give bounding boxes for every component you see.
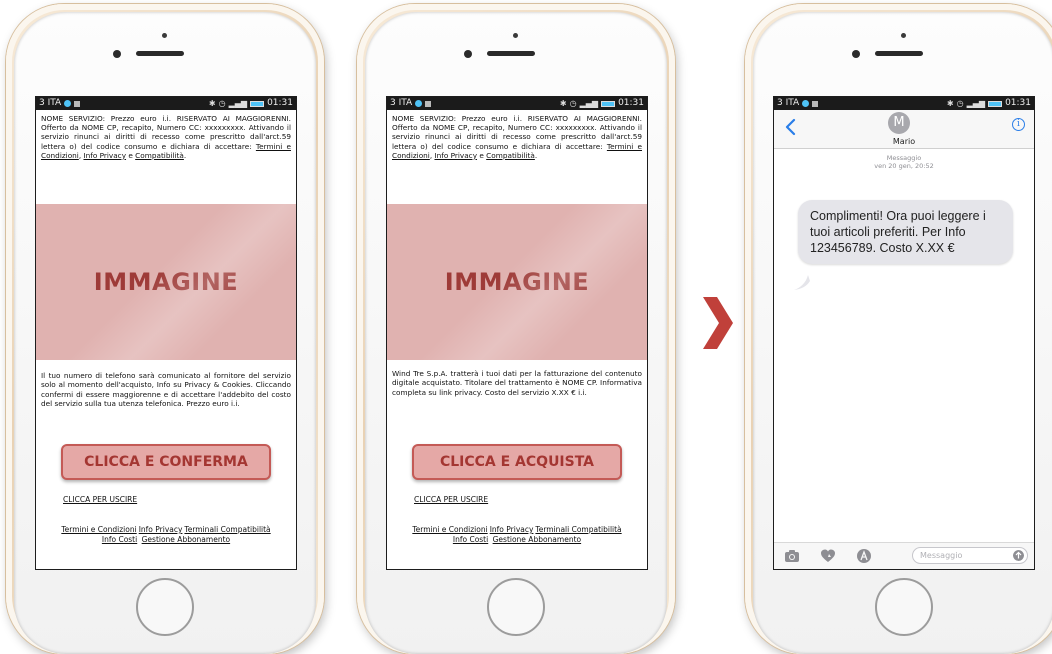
camera-icon[interactable]: [784, 548, 800, 564]
purchase-button[interactable]: CLICCA E ACQUISTA: [412, 444, 622, 480]
exit-link[interactable]: CLICCA PER USCIRE: [63, 495, 137, 504]
notification-icon: [74, 100, 81, 107]
info-icon[interactable]: i: [1012, 118, 1025, 131]
avatar[interactable]: M: [888, 112, 910, 134]
bluetooth-icon: ✱: [559, 99, 567, 108]
front-camera: [162, 33, 167, 38]
confirm-button[interactable]: CLICCA E CONFERMA: [61, 444, 271, 480]
earpiece-speaker: [875, 51, 923, 56]
clock: 01:31: [1005, 98, 1031, 108]
thread-label: Messaggio: [886, 154, 922, 162]
legal-notice: NOME SERVIZIO: Prezzo euro i.i. RISERVAT…: [392, 114, 642, 160]
notification-icon: [812, 100, 819, 107]
footer-links: Termini e Condizioni Info Privacy Terminal…: [387, 525, 647, 545]
compose-bar: Messaggio: [774, 542, 1034, 569]
image-label: IMMAGINE: [444, 268, 590, 296]
phone-frame-2: 3 ITA ✱ ◷ ▂▄▆ 01:31 NOME SERVIZIO: Prezz…: [357, 4, 675, 654]
signal-icon: ▂▄▆: [966, 99, 986, 108]
image-placeholder: IMMAGINE: [387, 204, 647, 360]
legal-notice: NOME SERVIZIO: Prezzo euro i.i. RISERVAT…: [41, 114, 291, 160]
app-store-icon[interactable]: [856, 548, 872, 564]
status-bar: 3 ITA ✱ ◷ ▂▄▆ 01:31: [387, 97, 647, 110]
alarm-icon: ◷: [569, 99, 577, 108]
back-chevron-icon[interactable]: [784, 118, 798, 136]
image-label: IMMAGINE: [93, 268, 239, 296]
privacy-link[interactable]: Info Privacy: [83, 151, 126, 160]
home-button[interactable]: [136, 578, 194, 636]
conversation-header: M Mario i: [774, 110, 1034, 149]
notification-icon: [415, 100, 423, 107]
message-input[interactable]: Messaggio: [912, 547, 1028, 564]
footer-costs-link[interactable]: Info Costi: [453, 535, 488, 544]
bluetooth-icon: ✱: [946, 99, 954, 108]
notification-icon: [64, 100, 72, 107]
compatibility-link[interactable]: Compatibilità: [486, 151, 535, 160]
carrier-label: 3 ITA: [777, 98, 800, 108]
phone-frame-1: 3 ITA ✱ ◷ ▂▄▆ 01:31 NOME SERVIZIO: Prezz…: [6, 4, 324, 654]
phone-frame-3: 3 ITA ✱ ◷ ▂▄▆ 01:31 M Mario i Messaggio …: [745, 4, 1052, 654]
home-button[interactable]: [875, 578, 933, 636]
sensor: [113, 50, 121, 58]
clock: 01:31: [267, 98, 293, 108]
bluetooth-icon: ✱: [208, 99, 216, 108]
notification-icon: [802, 100, 810, 107]
sensor: [464, 50, 472, 58]
thread-date: ven 20 gen, 20:52: [874, 162, 934, 170]
footer-subscription-link[interactable]: Gestione Abbonamento: [493, 535, 582, 544]
battery-icon: [250, 100, 265, 107]
alarm-icon: ◷: [956, 99, 964, 108]
compatibility-link[interactable]: Compatibilità: [135, 151, 184, 160]
earpiece-speaker: [136, 51, 184, 56]
digital-touch-icon[interactable]: [820, 548, 836, 564]
service-info-text: Il tuo numero di telefono sarà comunicat…: [41, 371, 291, 408]
battery-icon: [988, 100, 1003, 107]
footer-terminals-link[interactable]: Terminali Compatibilità: [535, 525, 621, 534]
screen-purchase: 3 ITA ✱ ◷ ▂▄▆ 01:31 NOME SERVIZIO: Prezz…: [386, 96, 648, 570]
signal-icon: ▂▄▆: [579, 99, 599, 108]
carrier-label: 3 ITA: [39, 98, 62, 108]
status-bar: 3 ITA ✱ ◷ ▂▄▆ 01:31: [36, 97, 296, 110]
home-button[interactable]: [487, 578, 545, 636]
signal-icon: ▂▄▆: [228, 99, 248, 108]
contact-name[interactable]: Mario: [774, 137, 1034, 146]
earpiece-speaker: [487, 51, 535, 56]
battery-icon: [601, 100, 616, 107]
footer-privacy-link[interactable]: Info Privacy: [490, 525, 534, 534]
alarm-icon: ◷: [218, 99, 226, 108]
screen-confirm: 3 ITA ✱ ◷ ▂▄▆ 01:31 NOME SERVIZIO: Prezz…: [35, 96, 297, 570]
privacy-link[interactable]: Info Privacy: [434, 151, 477, 160]
sensor: [852, 50, 860, 58]
footer-subscription-link[interactable]: Gestione Abbonamento: [142, 535, 231, 544]
footer-terminals-link[interactable]: Terminali Compatibilità: [184, 525, 270, 534]
carrier-label: 3 ITA: [390, 98, 413, 108]
status-bar: 3 ITA ✱ ◷ ▂▄▆ 01:31: [774, 97, 1034, 110]
footer-costs-link[interactable]: Info Costi: [102, 535, 137, 544]
footer-links: Termini e Condizioni Info Privacy Terminal…: [36, 525, 296, 545]
image-placeholder: IMMAGINE: [36, 204, 296, 360]
front-camera: [901, 33, 906, 38]
clock: 01:31: [618, 98, 644, 108]
front-camera: [513, 33, 518, 38]
message-bubble[interactable]: Complimenti! Ora puoi leggere i tuoi art…: [798, 200, 1013, 264]
exit-link[interactable]: CLICCA PER USCIRE: [414, 495, 488, 504]
send-icon[interactable]: [1013, 550, 1024, 561]
service-info-text: Wind Tre S.p.A. tratterà i tuoi dati per…: [392, 369, 642, 397]
footer-privacy-link[interactable]: Info Privacy: [139, 525, 183, 534]
footer-terms-link[interactable]: Termini e Condizioni: [61, 525, 136, 534]
notification-icon: [425, 100, 432, 107]
footer-terms-link[interactable]: Termini e Condizioni: [412, 525, 487, 534]
screen-sms: 3 ITA ✱ ◷ ▂▄▆ 01:31 M Mario i Messaggio …: [773, 96, 1035, 570]
chevron-right-icon: [703, 297, 733, 349]
input-placeholder: Messaggio: [920, 551, 963, 560]
message-timestamp: Messaggio ven 20 gen, 20:52: [774, 154, 1034, 170]
bubble-tail: [794, 275, 810, 290]
